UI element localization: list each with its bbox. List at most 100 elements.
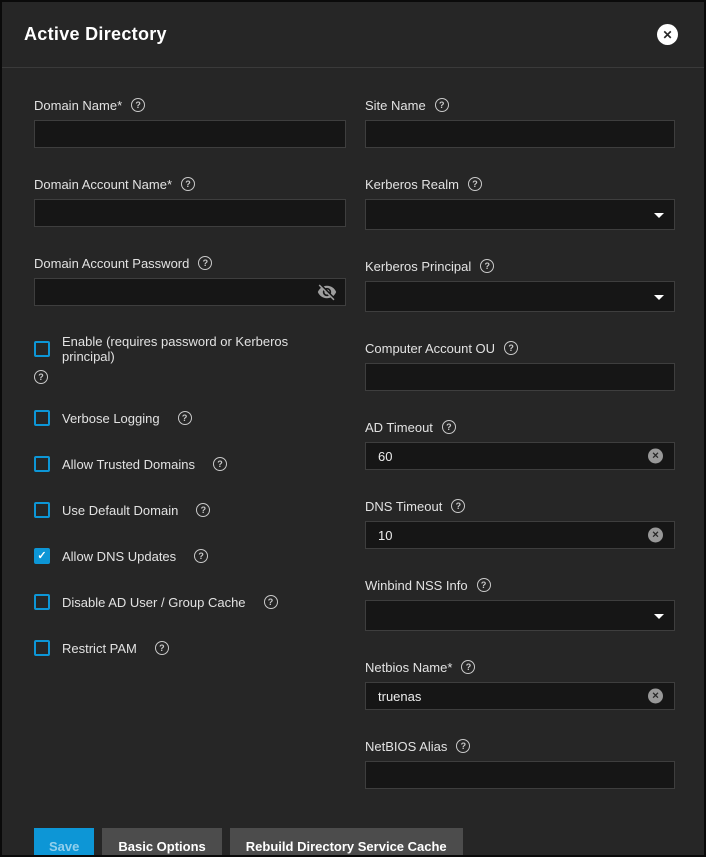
help-icon[interactable]: ? <box>131 98 145 112</box>
netbios-alias-input[interactable] <box>366 762 674 788</box>
computer-account-ou-control <box>365 363 675 391</box>
domain-account-password-input[interactable] <box>35 279 345 305</box>
clear-icon-glyph: ✕ <box>648 689 663 704</box>
verbose-logging-label: Verbose Logging <box>62 411 160 426</box>
kerberos-principal-label: Kerberos Principal <box>365 259 471 274</box>
active-directory-dialog: Active Directory ✕ Domain Name*? Domain A… <box>0 0 706 857</box>
field-domain-account-password: Domain Account Password? <box>34 255 346 306</box>
chevron-down-icon <box>654 295 664 300</box>
field-kerberos-realm: Kerberos Realm? <box>365 176 675 230</box>
allow-trusted-domains-checkbox[interactable] <box>34 456 50 472</box>
help-icon[interactable]: ? <box>480 259 494 273</box>
netbios-alias-label: NetBIOS Alias <box>365 739 447 754</box>
basic-options-button[interactable]: Basic Options <box>102 828 221 857</box>
domain-name-label-row: Domain Name*? <box>34 97 346 113</box>
site-name-label: Site Name <box>365 98 426 113</box>
allow-trusted-domains-label: Allow Trusted Domains <box>62 457 195 472</box>
help-icon[interactable]: ? <box>477 578 491 592</box>
field-site-name: Site Name? <box>365 97 675 148</box>
help-icon[interactable]: ? <box>34 370 48 384</box>
save-button[interactable]: Save <box>34 828 94 857</box>
visibility-off-icon[interactable] <box>317 282 337 302</box>
netbios-name-label-row: Netbios Name*? <box>365 659 675 675</box>
help-icon[interactable]: ? <box>451 499 465 513</box>
field-dns-timeout: DNS Timeout? ✕ <box>365 498 675 549</box>
enable-checkbox[interactable] <box>34 341 50 357</box>
domain-name-input[interactable] <box>35 121 345 147</box>
kerberos-realm-label: Kerberos Realm <box>365 177 459 192</box>
field-netbios-name: Netbios Name*? ✕ <box>365 659 675 710</box>
chevron-down-icon <box>654 213 664 218</box>
netbios-name-control: ✕ <box>365 682 675 710</box>
kerberos-realm-select[interactable] <box>365 199 675 230</box>
clear-icon[interactable]: ✕ <box>648 528 666 543</box>
disable-ad-user-group-cache-checkbox[interactable] <box>34 594 50 610</box>
chevron-down-icon <box>654 614 664 619</box>
computer-account-ou-label-row: Computer Account OU? <box>365 340 675 356</box>
help-icon[interactable]: ? <box>178 411 192 425</box>
help-icon[interactable]: ? <box>461 660 475 674</box>
footer-actions: Save Basic Options Rebuild Directory Servi… <box>34 828 471 857</box>
netbios-alias-control <box>365 761 675 789</box>
netbios-name-input[interactable] <box>366 683 674 709</box>
checkbox-row-restrict-pam: Restrict PAM? <box>34 640 346 656</box>
field-domain-name: Domain Name*? <box>34 97 346 148</box>
help-icon[interactable]: ? <box>456 739 470 753</box>
kerberos-realm-label-row: Kerberos Realm? <box>365 176 675 192</box>
help-icon[interactable]: ? <box>264 595 278 609</box>
ad-timeout-input[interactable] <box>366 443 674 469</box>
help-icon[interactable]: ? <box>213 457 227 471</box>
help-icon[interactable]: ? <box>196 503 210 517</box>
ad-timeout-label-row: AD Timeout? <box>365 419 675 435</box>
help-icon[interactable]: ? <box>181 177 195 191</box>
help-icon[interactable]: ? <box>155 641 169 655</box>
domain-name-control <box>34 120 346 148</box>
domain-account-name-label: Domain Account Name* <box>34 177 172 192</box>
field-netbios-alias: NetBIOS Alias? <box>365 738 675 789</box>
domain-account-password-label-row: Domain Account Password? <box>34 255 346 271</box>
winbind-nss-info-label: Winbind NSS Info <box>365 578 468 593</box>
domain-account-password-control <box>34 278 346 306</box>
checkbox-row-disable-ad-user-group-cache: Disable AD User / Group Cache? <box>34 594 346 610</box>
help-icon[interactable]: ? <box>504 341 518 355</box>
netbios-alias-label-row: NetBIOS Alias? <box>365 738 675 754</box>
checkbox-row-use-default-domain: Use Default Domain? <box>34 502 346 518</box>
kerberos-principal-select[interactable] <box>365 281 675 312</box>
allow-dns-updates-checkbox[interactable]: ✓ <box>34 548 50 564</box>
ad-timeout-control: ✕ <box>365 442 675 470</box>
restrict-pam-checkbox[interactable] <box>34 640 50 656</box>
checkbox-row-allow-trusted-domains: Allow Trusted Domains? <box>34 456 346 472</box>
dns-timeout-input[interactable] <box>366 522 674 548</box>
dns-timeout-control: ✕ <box>365 521 675 549</box>
domain-account-name-control <box>34 199 346 227</box>
field-winbind-nss-info: Winbind NSS Info? <box>365 577 675 631</box>
checkbox-row-allow-dns-updates: ✓Allow DNS Updates? <box>34 548 346 564</box>
disable-ad-user-group-cache-label: Disable AD User / Group Cache <box>62 595 246 610</box>
help-icon[interactable]: ? <box>198 256 212 270</box>
winbind-nss-info-select[interactable] <box>365 600 675 631</box>
rebuild-directory-service-cache-button[interactable]: Rebuild Directory Service Cache <box>230 828 463 857</box>
help-icon[interactable]: ? <box>435 98 449 112</box>
verbose-logging-checkbox[interactable] <box>34 410 50 426</box>
computer-account-ou-input[interactable] <box>366 364 674 390</box>
domain-account-name-input[interactable] <box>35 200 345 226</box>
form-content: Domain Name*?Domain Account Name*?Domain… <box>2 68 704 817</box>
field-domain-account-name: Domain Account Name*? <box>34 176 346 227</box>
dialog-header: Active Directory ✕ <box>2 2 704 68</box>
clear-icon-glyph: ✕ <box>648 449 663 464</box>
dns-timeout-label-row: DNS Timeout? <box>365 498 675 514</box>
kerberos-principal-label-row: Kerberos Principal? <box>365 258 675 274</box>
clear-icon-glyph: ✕ <box>648 528 663 543</box>
close-icon[interactable]: ✕ <box>657 24 678 45</box>
help-icon[interactable]: ? <box>442 420 456 434</box>
clear-icon[interactable]: ✕ <box>648 689 666 704</box>
use-default-domain-checkbox[interactable] <box>34 502 50 518</box>
field-computer-account-ou: Computer Account OU? <box>365 340 675 391</box>
help-icon[interactable]: ? <box>194 549 208 563</box>
help-icon[interactable]: ? <box>468 177 482 191</box>
checkbox-row-verbose-logging: Verbose Logging? <box>34 410 346 426</box>
netbios-name-label: Netbios Name* <box>365 660 452 675</box>
clear-icon[interactable]: ✕ <box>648 449 666 464</box>
site-name-input[interactable] <box>366 121 674 147</box>
dns-timeout-label: DNS Timeout <box>365 499 442 514</box>
